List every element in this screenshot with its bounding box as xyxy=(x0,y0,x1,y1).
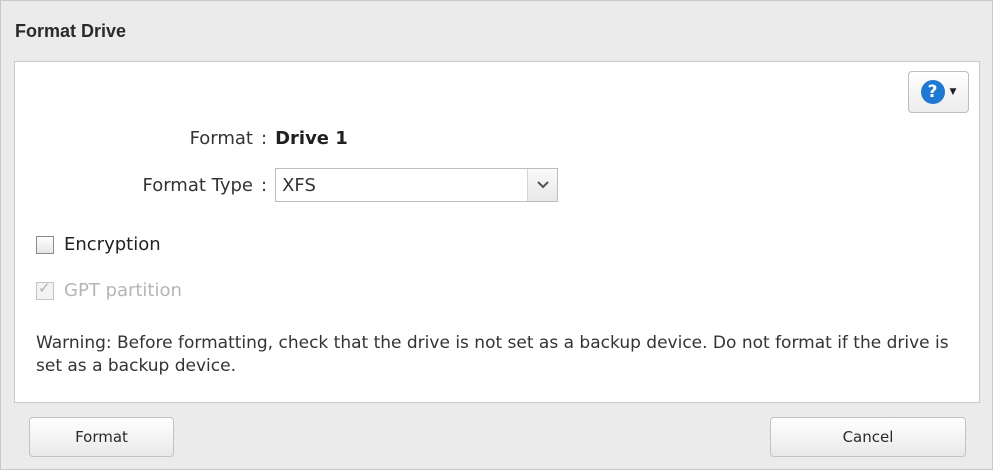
cancel-button[interactable]: Cancel xyxy=(770,417,966,457)
encryption-label: Encryption xyxy=(64,234,161,255)
warning-text: Warning: Before formatting, check that t… xyxy=(36,333,949,376)
format-type-selected-value: XFS xyxy=(282,174,316,196)
gpt-partition-label: GPT partition xyxy=(64,280,182,301)
checkmark-icon: ✓ xyxy=(38,278,51,297)
help-dropdown-button[interactable]: ? ▼ xyxy=(908,71,969,113)
format-drive-dialog: Format Drive ? ▼ Format : Drive 1 Format… xyxy=(0,0,993,470)
format-type-colon: : xyxy=(261,174,268,196)
format-colon: : xyxy=(261,128,268,149)
format-type-label: Format Type xyxy=(142,174,254,196)
format-type-row: Format Type : XFS xyxy=(15,168,559,202)
encryption-option[interactable]: Encryption xyxy=(36,234,161,255)
chevron-down-icon xyxy=(536,181,549,189)
caret-down-icon: ▼ xyxy=(949,87,957,97)
format-label: Format xyxy=(189,128,253,149)
format-row: Format : Drive 1 xyxy=(15,128,348,149)
select-arrow[interactable] xyxy=(527,169,558,201)
gpt-partition-checkbox: ✓ xyxy=(36,278,54,300)
dialog-content: ? ▼ Format : Drive 1 Format Type : XFS E… xyxy=(14,61,980,403)
format-button[interactable]: Format xyxy=(29,417,174,457)
encryption-checkbox[interactable] xyxy=(36,235,54,254)
dialog-title: Format Drive xyxy=(15,20,127,41)
format-type-select[interactable]: XFS xyxy=(275,168,559,202)
gpt-partition-option: ✓ GPT partition xyxy=(36,280,182,301)
help-icon: ? xyxy=(920,80,945,104)
format-drive-value: Drive 1 xyxy=(275,128,348,149)
